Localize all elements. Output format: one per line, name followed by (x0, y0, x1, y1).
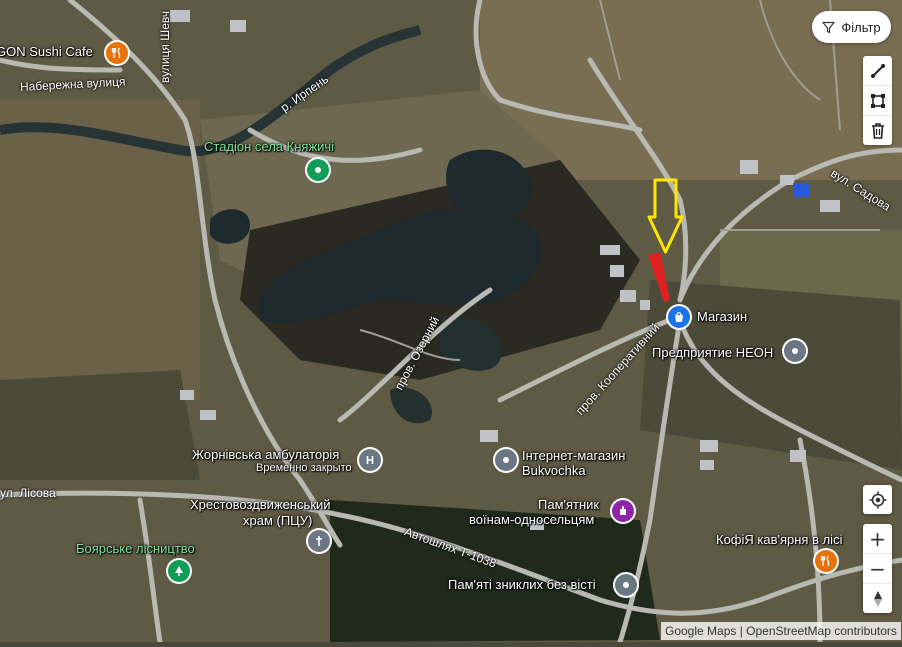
monument-icon[interactable] (612, 500, 634, 522)
place-sublabel: Временно закрыто (256, 462, 352, 474)
church-icon[interactable] (308, 530, 330, 552)
tree-icon[interactable] (168, 560, 190, 582)
place-sublabel: воїнам-односельцям (469, 512, 595, 527)
place-label[interactable]: Магазин (697, 309, 747, 324)
trash-icon (871, 122, 884, 139)
crosshair-icon (869, 491, 886, 508)
filter-button[interactable]: Фільтр (812, 11, 891, 43)
line-tool-button[interactable] (863, 56, 892, 86)
filter-label: Фільтр (841, 19, 881, 35)
zoom-control: + − (863, 524, 892, 613)
place-label[interactable]: Інтернет-магазин (522, 448, 625, 463)
compass-button[interactable] (863, 584, 892, 613)
map-attribution: Google Maps | OpenStreetMap contributors (661, 622, 901, 640)
place-sublabel: Bukvochka (522, 463, 586, 478)
filter-icon (822, 21, 835, 33)
place-label[interactable]: КофіЯ кав'ярня в лісі (716, 532, 842, 547)
draw-toolbar (863, 56, 892, 145)
place-label[interactable]: Пам'ятник (538, 497, 599, 512)
zoom-in-button[interactable]: + (863, 524, 892, 554)
rectangle-tool-icon (870, 93, 885, 108)
place-label[interactable]: Предприятие НЕОН (652, 345, 773, 360)
hospital-icon[interactable] (359, 449, 381, 471)
my-location-button[interactable] (863, 485, 892, 514)
place-label[interactable]: GON Sushi Cafe (0, 44, 93, 59)
delete-tool-button[interactable] (863, 116, 892, 145)
restaurant-icon[interactable] (106, 42, 128, 64)
road-label-lisova: ул. Лісова (0, 486, 56, 500)
restaurant-icon[interactable] (815, 550, 837, 572)
place-pin-icon[interactable] (615, 574, 637, 596)
satellite-map[interactable]: Набережна вулиця вулиця Шевч р. Ирпень в… (0, 0, 902, 645)
rectangle-tool-button[interactable] (863, 86, 892, 116)
attribution-separator: | (736, 624, 747, 638)
place-pin-icon[interactable] (784, 340, 806, 362)
osm-contributors-link[interactable]: OpenStreetMap contributors (746, 624, 897, 638)
compass-icon (873, 590, 882, 607)
zoom-out-button[interactable]: − (863, 554, 892, 584)
line-tool-icon (870, 63, 885, 78)
place-label[interactable]: Жорнівська амбулаторія (192, 447, 339, 462)
road-label-shevchenka: вулиця Шевч (158, 10, 172, 83)
place-label[interactable]: Хрестовоздвиженський (190, 497, 331, 512)
place-label[interactable]: Боярське лісництво (76, 541, 195, 556)
stadium-icon[interactable] (307, 159, 329, 181)
place-label[interactable]: Пам'яті зниклих без вісті (448, 577, 596, 592)
place-pin-icon[interactable] (495, 449, 517, 471)
google-maps-link[interactable]: Google Maps (665, 624, 736, 638)
place-sublabel: храм (ПЦУ) (243, 513, 313, 528)
shop-icon[interactable] (668, 306, 690, 328)
place-label[interactable]: Стадіон села Княжичі (204, 139, 334, 154)
